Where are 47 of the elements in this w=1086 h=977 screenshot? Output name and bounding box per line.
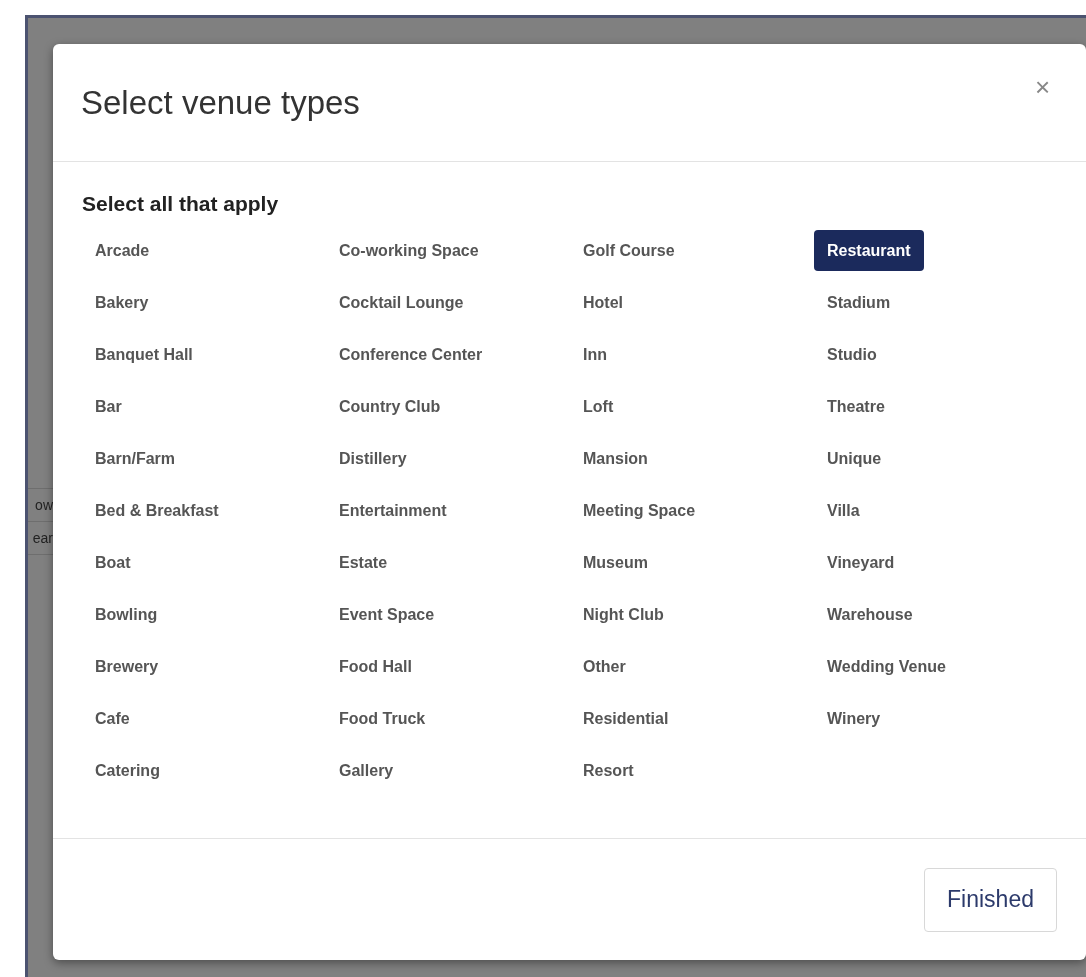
- venue-type-option[interactable]: Resort: [570, 750, 647, 791]
- venue-type-option[interactable]: Night Club: [570, 594, 677, 635]
- venue-type-option[interactable]: Museum: [570, 542, 661, 583]
- venue-type-option[interactable]: Arcade: [82, 230, 163, 271]
- venue-type-option[interactable]: Meeting Space: [570, 490, 709, 531]
- venue-type-option[interactable]: Food Truck: [326, 698, 439, 739]
- venue-type-option[interactable]: Villa: [814, 490, 873, 531]
- venue-type-option[interactable]: Catering: [82, 750, 173, 791]
- venue-type-option[interactable]: Loft: [570, 386, 627, 427]
- venue-type-option[interactable]: Warehouse: [814, 594, 926, 635]
- section-heading: Select all that apply: [82, 192, 280, 216]
- venue-type-option[interactable]: Bed & Breakfast: [82, 490, 232, 531]
- venue-type-option[interactable]: Stadium: [814, 282, 904, 323]
- venue-type-option[interactable]: Brewery: [82, 646, 172, 687]
- venue-type-option[interactable]: Estate: [326, 542, 401, 583]
- venue-type-option[interactable]: Inn: [570, 334, 620, 375]
- venue-type-option[interactable]: Unique: [814, 438, 895, 479]
- venue-type-option[interactable]: Banquet Hall: [82, 334, 206, 375]
- venue-type-option[interactable]: Bakery: [82, 282, 162, 323]
- venue-type-option[interactable]: Conference Center: [326, 334, 496, 375]
- venue-type-option[interactable]: Country Club: [326, 386, 454, 427]
- venue-type-option[interactable]: Gallery: [326, 750, 407, 791]
- venue-type-option[interactable]: Event Space: [326, 594, 448, 635]
- venue-type-option[interactable]: Entertainment: [326, 490, 460, 531]
- venue-type-option[interactable]: Barn/Farm: [82, 438, 189, 479]
- close-button[interactable]: ×: [1035, 74, 1051, 100]
- dialog-title: Select venue types: [81, 83, 360, 122]
- venue-type-option[interactable]: Restaurant: [814, 230, 924, 271]
- venue-type-option[interactable]: Cafe: [82, 698, 143, 739]
- venue-type-option[interactable]: Mansion: [570, 438, 661, 479]
- finished-button[interactable]: Finished: [924, 867, 1057, 932]
- venue-type-option[interactable]: Studio: [814, 334, 890, 375]
- venue-type-option[interactable]: Winery: [814, 698, 894, 739]
- venue-type-option[interactable]: Distillery: [326, 438, 420, 479]
- venue-type-option[interactable]: Theatre: [814, 386, 898, 427]
- venue-type-option[interactable]: Food Hall: [326, 646, 425, 687]
- venue-type-option[interactable]: Vineyard: [814, 542, 908, 583]
- venue-type-option[interactable]: Bowling: [82, 594, 171, 635]
- venue-type-option[interactable]: Hotel: [570, 282, 636, 323]
- venue-type-option[interactable]: Wedding Venue: [814, 646, 959, 687]
- venue-type-option[interactable]: Cocktail Lounge: [326, 282, 477, 323]
- venue-type-option[interactable]: Co-working Space: [326, 230, 492, 271]
- venue-type-option[interactable]: Golf Course: [570, 230, 688, 271]
- venue-type-option[interactable]: Bar: [82, 386, 135, 427]
- venue-type-option[interactable]: Boat: [82, 542, 144, 583]
- venue-type-option[interactable]: Residential: [570, 698, 682, 739]
- venue-type-option[interactable]: Other: [570, 646, 639, 687]
